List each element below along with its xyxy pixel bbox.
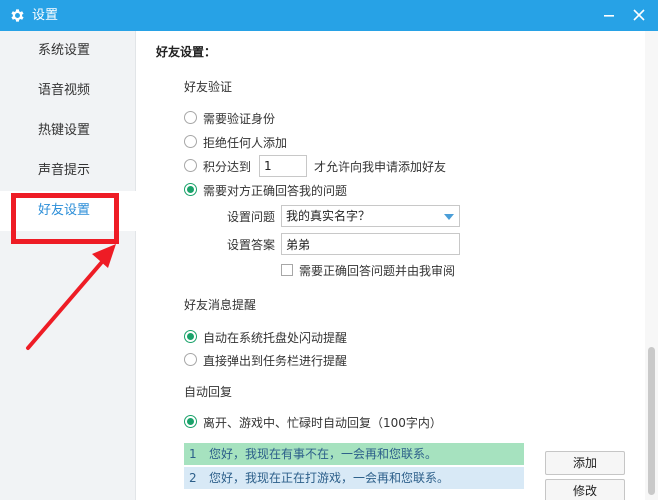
radio-need-verify[interactable]: [184, 111, 197, 124]
sidebar-item-voice-video[interactable]: 语音视频: [0, 71, 136, 111]
radio-auto-reply[interactable]: [184, 415, 197, 428]
points-input[interactable]: [259, 155, 307, 177]
sidebar-item-label: 好友设置: [38, 203, 91, 218]
sidebar-item-hotkeys[interactable]: 热键设置: [0, 111, 136, 151]
radio-tray-flash[interactable]: [184, 330, 197, 343]
list-item[interactable]: 1 您好，我现在有事不在，一会再和您联系。: [184, 443, 524, 465]
message-reminder-heading: 好友消息提醒: [184, 298, 257, 312]
radio-taskbar-popup[interactable]: [184, 353, 197, 366]
add-reply-button[interactable]: 添加: [545, 451, 625, 475]
answer-label: 设置答案: [227, 238, 276, 252]
review-checkbox[interactable]: [281, 264, 293, 276]
sidebar-item-label: 热键设置: [38, 123, 91, 138]
radio-tray-flash-label[interactable]: 自动在系统托盘处闪动提醒: [203, 329, 347, 346]
question-select[interactable]: 我的真实名字？: [281, 205, 460, 227]
verification-heading: 好友验证: [184, 80, 233, 94]
scrollbar-thumb[interactable]: [648, 347, 655, 495]
radio-auto-reply-label[interactable]: 离开、游戏中、忙碌时自动回复（100字内）: [203, 414, 442, 431]
auto-reply-heading: 自动回复: [184, 385, 233, 399]
window-title: 设置: [32, 8, 59, 23]
settings-sidebar: 系统设置 语音视频 热键设置 声音提示 好友设置: [0, 31, 136, 500]
points-suffix-label: 才允许向我申请添加好友: [314, 160, 447, 174]
radio-points-label[interactable]: 积分达到: [203, 158, 251, 175]
radio-answer-question-label[interactable]: 需要对方正确回答我的问题: [203, 182, 347, 199]
radio-answer-question[interactable]: [184, 183, 197, 196]
sidebar-item-friends[interactable]: 好友设置: [0, 191, 136, 231]
minimize-icon[interactable]: [598, 4, 620, 26]
review-checkbox-label[interactable]: 需要正确回答问题并由我审阅: [299, 262, 455, 279]
list-item[interactable]: 2 您好，我现在正在打游戏，一会再和您联系。: [184, 467, 524, 489]
sidebar-item-label: 系统设置: [38, 43, 91, 58]
friend-settings-panel: 好友设置： 好友验证 需要验证身份 拒绝任何人添加 积分达到 才允许向我申请添加…: [137, 31, 645, 500]
reply-text: 您好，我现在正在打游戏，一会再和您联系。: [209, 471, 450, 485]
radio-points[interactable]: [184, 159, 197, 172]
content-scrollbar[interactable]: [645, 31, 658, 500]
sidebar-item-sound[interactable]: 声音提示: [0, 151, 136, 191]
reply-number: 1: [189, 447, 197, 461]
radio-need-verify-label[interactable]: 需要验证身份: [203, 110, 275, 127]
close-icon[interactable]: [628, 4, 650, 26]
radio-reject-all[interactable]: [184, 135, 197, 148]
reply-number: 2: [189, 471, 197, 485]
answer-input[interactable]: [281, 233, 460, 255]
page-title: 好友设置：: [156, 45, 217, 59]
chevron-down-icon: [444, 214, 454, 220]
question-label: 设置问题: [227, 210, 276, 224]
radio-taskbar-popup-label[interactable]: 直接弹出到任务栏进行提醒: [203, 352, 347, 369]
edit-reply-button[interactable]: 修改: [545, 479, 625, 500]
radio-reject-all-label[interactable]: 拒绝任何人添加: [203, 134, 287, 151]
title-bar: 设置: [0, 0, 658, 31]
reply-text: 您好，我现在有事不在，一会再和您联系。: [209, 447, 438, 461]
question-select-value: 我的真实名字？: [286, 209, 371, 223]
sidebar-item-label: 语音视频: [38, 83, 91, 98]
sidebar-item-system[interactable]: 系统设置: [0, 31, 136, 71]
sidebar-item-label: 声音提示: [38, 163, 91, 178]
gear-icon: [11, 9, 24, 22]
